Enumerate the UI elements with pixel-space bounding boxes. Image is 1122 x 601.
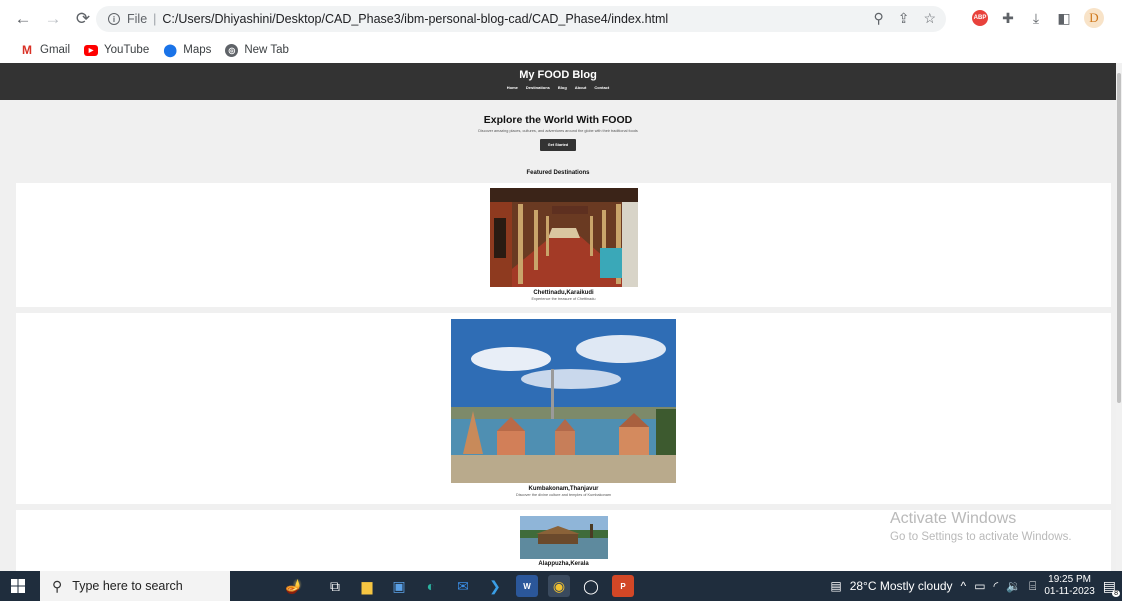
notification-count: 8 [1112, 589, 1120, 597]
share-icon[interactable]: ⇪ [898, 10, 910, 27]
bookmark-label: New Tab [244, 44, 289, 56]
tray-chevron-icon[interactable]: ^ [961, 579, 967, 593]
bookmark-label: YouTube [104, 44, 150, 56]
site-title: My FOOD Blog [519, 69, 597, 81]
nav-link-contact[interactable]: Contact [594, 85, 609, 90]
taskbar-apps: 🪔 ⧉ ▆ ▣ ◐ ✉ ❯ W ◉ ◯ P [274, 575, 634, 597]
notification-icon[interactable]: ▤ 8 [1103, 578, 1120, 597]
activate-windows-watermark: Activate Windows Go to Settings to activ… [890, 510, 1072, 543]
search-placeholder: Type here to search [72, 579, 183, 593]
hero-section: Explore the World With FOOD Discover ama… [0, 100, 1116, 151]
info-icon[interactable]: i [108, 13, 120, 25]
watermark-title: Activate Windows [890, 510, 1017, 527]
url-text[interactable]: C:/Users/Dhiyashini/Desktop/CAD_Phase3/i… [162, 12, 668, 26]
scrollbar-thumb[interactable] [1117, 73, 1121, 403]
nav-link-blog[interactable]: Blog [558, 85, 567, 90]
weather-text[interactable]: 28°C Mostly cloudy [850, 579, 953, 593]
bookmarks-bar: M Gmail ▶ YouTube ⬤ Maps ◎ New Tab [0, 38, 1122, 62]
powerpoint-icon[interactable]: P [612, 575, 634, 597]
chrome-icon[interactable]: ◉ [548, 575, 570, 597]
destination-name: Chettinadu,Karaikudi [533, 290, 594, 296]
destination-name: Kumbakonam,Thanjavur [528, 486, 599, 492]
vscode-icon[interactable]: ❯ [484, 575, 506, 597]
bookmark-label: Gmail [40, 44, 71, 56]
page-scrollbar[interactable] [1116, 63, 1122, 571]
bookmark-star-icon[interactable]: ☆ [923, 10, 936, 27]
taskbar-clock[interactable]: 19:25 PM 01-11-2023 [1044, 574, 1094, 598]
alappuzha-houseboat-image [520, 516, 608, 559]
url-separator: | [153, 12, 157, 26]
chettinadu-corridor-image [490, 188, 638, 287]
volume-icon[interactable]: 🔉 [1006, 579, 1021, 593]
destination-card-chettinadu[interactable]: Chettinadu,Karaikudi Experience the trea… [16, 183, 1111, 307]
nav-link-about[interactable]: About [575, 85, 587, 90]
destination-name: Alappuzha,Kerala [538, 561, 589, 567]
watermark-subtitle: Go to Settings to activate Windows. [890, 531, 1072, 543]
maps-icon: ⬤ [163, 43, 177, 57]
hero-subtitle: Discover amazing places, cultures, and a… [478, 129, 638, 133]
task-view-icon[interactable]: ⧉ [324, 575, 346, 597]
windows-taskbar: ⚲ Type here to search 🪔 ⧉ ▆ ▣ ◐ ✉ ❯ W ◉ … [0, 571, 1122, 601]
kumbakonam-temple-tank-image [451, 319, 676, 483]
search-icon: ⚲ [52, 577, 63, 594]
gmail-icon: M [22, 43, 32, 57]
taskbar-search-box[interactable]: ⚲ Type here to search [40, 571, 230, 601]
battery-icon[interactable]: ▭ [974, 579, 985, 593]
bookmark-gmail[interactable]: M Gmail [20, 43, 71, 57]
clock-date: 01-11-2023 [1044, 586, 1095, 597]
wifi-icon[interactable]: ◜ [994, 579, 999, 593]
file-label: File [127, 12, 148, 26]
site-header: My FOOD Blog Home Destinations Blog Abou… [0, 63, 1116, 100]
nav-link-home[interactable]: Home [507, 85, 518, 90]
extensions-puzzle-icon[interactable]: ✚ [1000, 10, 1016, 26]
edge-browser-icon[interactable]: ◐ [420, 575, 442, 597]
bookmark-maps[interactable]: ⬤ Maps [163, 43, 212, 57]
featured-destinations-heading: Featured Destinations [526, 170, 590, 176]
back-arrow-icon[interactable]: ← [12, 8, 34, 30]
file-explorer-icon[interactable]: ▆ [356, 575, 378, 597]
nav-link-destinations[interactable]: Destinations [526, 85, 550, 90]
clock-time: 19:25 PM [1048, 574, 1091, 585]
side-panel-icon[interactable]: ◧ [1056, 10, 1072, 26]
windows-start-icon[interactable] [0, 571, 36, 601]
word-icon[interactable]: W [516, 575, 538, 597]
reload-icon[interactable]: ⟳ [72, 8, 94, 30]
bookmark-new-tab[interactable]: ◎ New Tab [225, 43, 289, 57]
page-viewport: My FOOD Blog Home Destinations Blog Abou… [0, 63, 1122, 571]
forward-arrow-icon[interactable]: → [42, 8, 64, 30]
omnibox-actions: ⚲ ⇪ ☆ [873, 10, 936, 27]
adblock-icon[interactable]: ABP [972, 10, 988, 26]
youtube-icon: ▶ [84, 44, 99, 56]
system-tray: ▤ 28°C Mostly cloudy ^ ▭ ◜ 🔉 ⌸ 19:25 PM … [830, 571, 1120, 601]
zoom-icon[interactable]: ⚲ [873, 10, 883, 27]
diwali-lamp-icon[interactable]: 🪔 [274, 575, 314, 597]
destination-card-kumbakonam[interactable]: Kumbakonam,Thanjavur Discover the divine… [16, 313, 1111, 504]
hero-title: Explore the World With FOOD [483, 114, 633, 126]
bookmark-label: Maps [183, 44, 212, 56]
destination-description: Experience the treasure of Chettinadu [531, 297, 596, 301]
browser-toolbar: ← → ⟳ i File | C:/Users/Dhiyashini/Deskt… [0, 0, 1122, 38]
store-icon[interactable]: ▣ [388, 575, 410, 597]
new-tab-icon: ◎ [225, 43, 239, 57]
weather-icon[interactable]: ▤ [830, 579, 841, 593]
bookmark-youtube[interactable]: ▶ YouTube [84, 44, 149, 56]
menu-kebab-icon[interactable]: ⋮ [1116, 10, 1122, 26]
site-nav: Home Destinations Blog About Contact [0, 85, 1116, 90]
get-started-button[interactable]: Get Started [539, 139, 577, 151]
github-icon[interactable]: ◯ [580, 575, 602, 597]
mail-icon[interactable]: ✉ [452, 575, 474, 597]
destination-description: Discover the divine culture and temples … [516, 493, 611, 497]
profile-avatar[interactable]: D [1084, 8, 1104, 28]
extension-area: ABP ✚ ⤓ ◧ D ⋮ [972, 8, 1122, 28]
download-icon[interactable]: ⤓ [1028, 10, 1044, 26]
address-bar[interactable]: i File | C:/Users/Dhiyashini/Desktop/CAD… [96, 6, 946, 32]
language-icon[interactable]: ⌸ [1029, 579, 1036, 594]
